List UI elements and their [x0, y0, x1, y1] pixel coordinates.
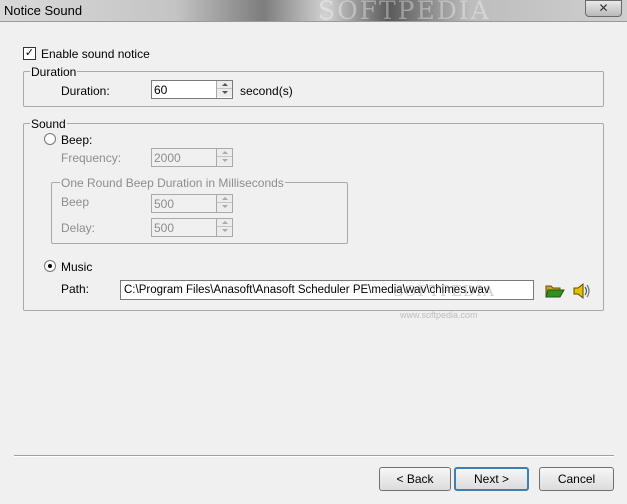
back-button[interactable]: < Back [379, 467, 451, 491]
music-radio-label[interactable]: Music [61, 260, 92, 274]
cancel-button[interactable]: Cancel [539, 467, 614, 491]
delay-label: Delay: [61, 221, 96, 235]
open-folder-icon[interactable] [545, 283, 565, 302]
frequency-label: Frequency: [61, 151, 122, 165]
beep-ms-down-button[interactable] [217, 203, 232, 211]
title-bar: Notice Sound SOFTPEDIA ✕ [0, 0, 627, 22]
frequency-down-button[interactable] [217, 157, 232, 165]
beep-duration-legend: One Round Beep Duration in Milliseconds [60, 176, 285, 190]
delay-spinner[interactable]: 500 [151, 218, 233, 237]
beep-ms-spinner[interactable]: 500 [151, 194, 233, 213]
delay-value[interactable]: 500 [154, 221, 174, 235]
path-label: Path: [61, 282, 90, 296]
duration-spinner[interactable]: 60 [151, 80, 233, 99]
beep-ms-value[interactable]: 500 [154, 197, 174, 211]
path-watermark: SOFTPEDIA [393, 282, 495, 300]
duration-label: Duration: [61, 84, 110, 98]
duration-unit: second(s) [240, 84, 293, 98]
url-watermark: www.softpedia.com [400, 310, 478, 320]
duration-down-button[interactable] [217, 89, 232, 97]
duration-legend: Duration [30, 65, 78, 79]
window-title: Notice Sound [4, 3, 83, 18]
path-input[interactable]: C:\Program Files\Anasoft\Anasoft Schedul… [120, 280, 534, 300]
beep-ms-label: Beep [61, 195, 90, 209]
duration-group [23, 71, 604, 107]
frequency-up-button[interactable] [217, 149, 232, 157]
beep-radio-label[interactable]: Beep: [61, 133, 92, 147]
frequency-value[interactable]: 2000 [154, 151, 181, 165]
beep-radio[interactable] [44, 133, 56, 145]
footer-separator [14, 455, 614, 457]
duration-value[interactable]: 60 [154, 83, 167, 97]
enable-sound-checkbox[interactable]: ✓ [23, 47, 36, 60]
frequency-spinner[interactable]: 2000 [151, 148, 233, 167]
delay-down-button[interactable] [217, 227, 232, 235]
next-button[interactable]: Next > [454, 467, 529, 491]
speaker-icon[interactable] [572, 282, 592, 303]
beep-ms-up-button[interactable] [217, 195, 232, 203]
delay-up-button[interactable] [217, 219, 232, 227]
sound-legend: Sound [30, 117, 67, 131]
enable-sound-label[interactable]: Enable sound notice [41, 47, 150, 61]
softpedia-watermark: SOFTPEDIA [318, 0, 491, 22]
close-button[interactable]: ✕ [585, 0, 622, 17]
duration-up-button[interactable] [217, 81, 232, 89]
music-radio[interactable] [44, 260, 56, 272]
